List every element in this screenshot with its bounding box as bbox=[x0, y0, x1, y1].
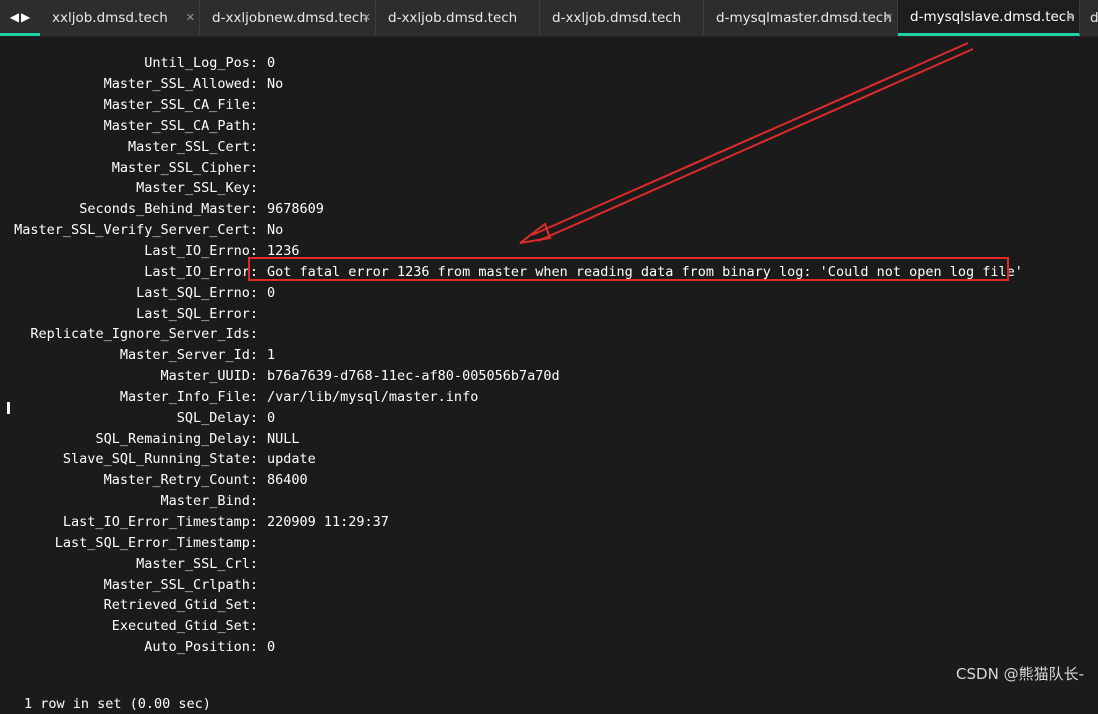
annotation-arrow-icon bbox=[519, 42, 974, 244]
watermark: CSDN @熊猫队长- bbox=[956, 665, 1084, 683]
result-footer: 1 row in set (0.00 sec) bbox=[24, 696, 211, 712]
